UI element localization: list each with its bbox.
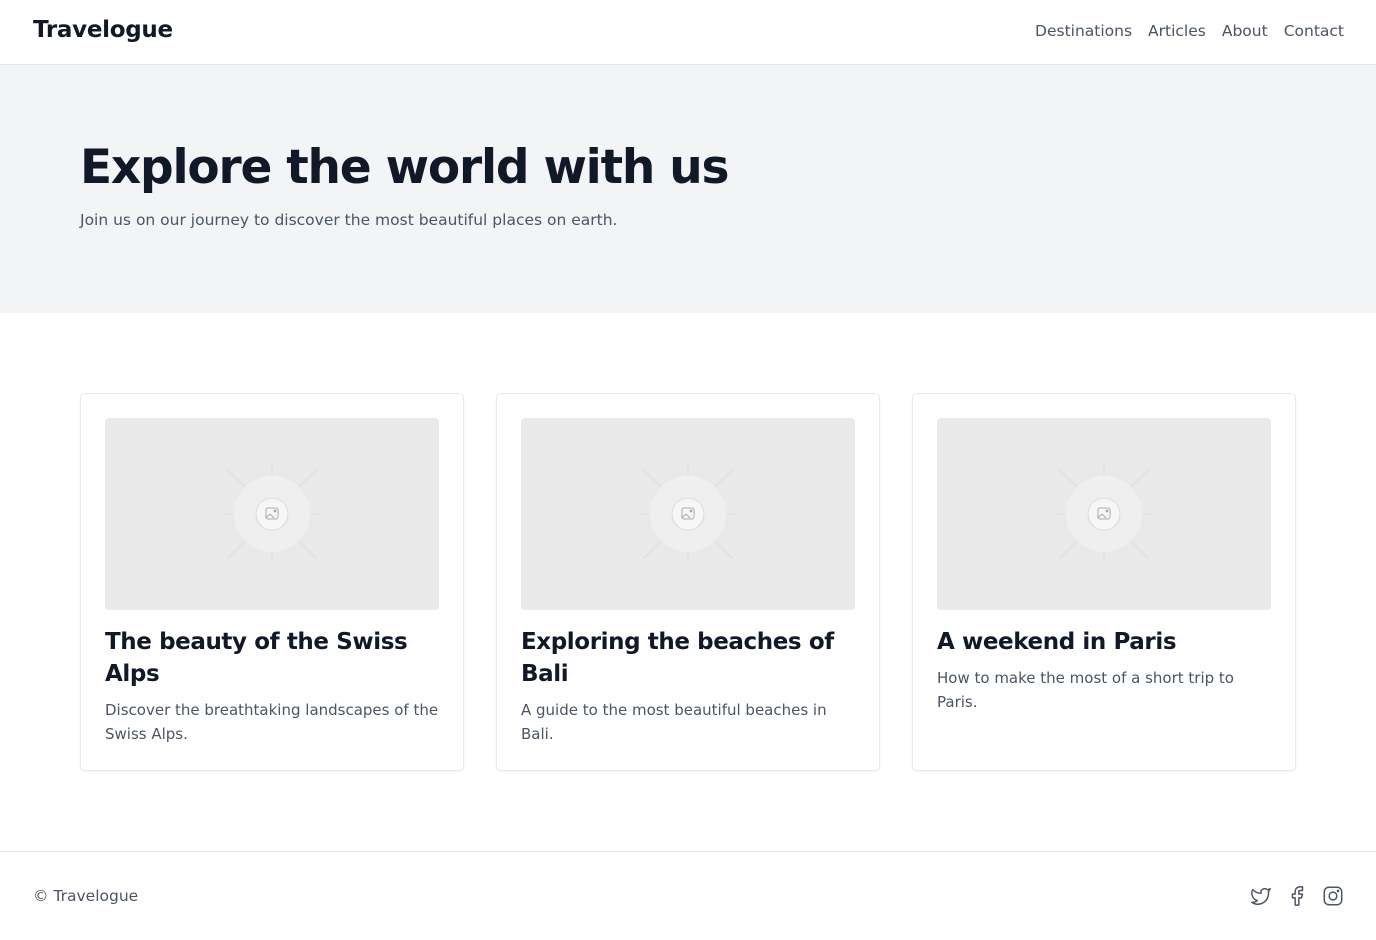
main-nav: Destinations Articles About Contact xyxy=(1035,22,1344,40)
card-title[interactable]: The beauty of the Swiss Alps xyxy=(105,626,439,690)
brand-logo[interactable]: Travelogue xyxy=(33,17,173,43)
site-header: Travelogue Destinations Articles About C… xyxy=(0,0,1376,65)
site-footer: © Travelogue xyxy=(0,851,1376,940)
image-placeholder-icon xyxy=(1054,464,1154,564)
article-card-bali[interactable]: Exploring the beaches of Bali A guide to… xyxy=(496,393,880,771)
nav-link-contact[interactable]: Contact xyxy=(1284,22,1344,40)
image-placeholder-icon xyxy=(638,464,738,564)
card-description: Discover the breathtaking landscapes of … xyxy=(105,701,439,743)
card-image xyxy=(105,418,439,610)
hero-subtitle: Join us on our journey to discover the m… xyxy=(80,211,618,229)
article-card-paris[interactable]: A weekend in Paris How to make the most … xyxy=(912,393,1296,771)
card-image xyxy=(521,418,855,610)
card-image xyxy=(937,418,1271,610)
hero-title: Explore the world with us xyxy=(80,140,730,195)
article-card-swiss-alps[interactable]: The beauty of the Swiss Alps Discover th… xyxy=(80,393,464,771)
card-description: How to make the most of a short trip to … xyxy=(937,669,1234,711)
card-description: A guide to the most beautiful beaches in… xyxy=(521,701,827,743)
image-placeholder-icon xyxy=(222,464,322,564)
nav-link-destinations[interactable]: Destinations xyxy=(1035,22,1132,40)
instagram-icon[interactable] xyxy=(1322,885,1344,907)
nav-link-articles[interactable]: Articles xyxy=(1148,22,1206,40)
twitter-icon[interactable] xyxy=(1250,885,1272,907)
card-title[interactable]: A weekend in Paris xyxy=(937,626,1271,658)
social-links xyxy=(1250,885,1344,907)
card-title[interactable]: Exploring the beaches of Bali xyxy=(521,626,855,690)
footer-copyright: © Travelogue xyxy=(33,887,139,905)
nav-link-about[interactable]: About xyxy=(1222,22,1268,40)
hero-section: Explore the world with us Join us on our… xyxy=(0,65,1376,313)
facebook-icon[interactable] xyxy=(1286,885,1308,907)
